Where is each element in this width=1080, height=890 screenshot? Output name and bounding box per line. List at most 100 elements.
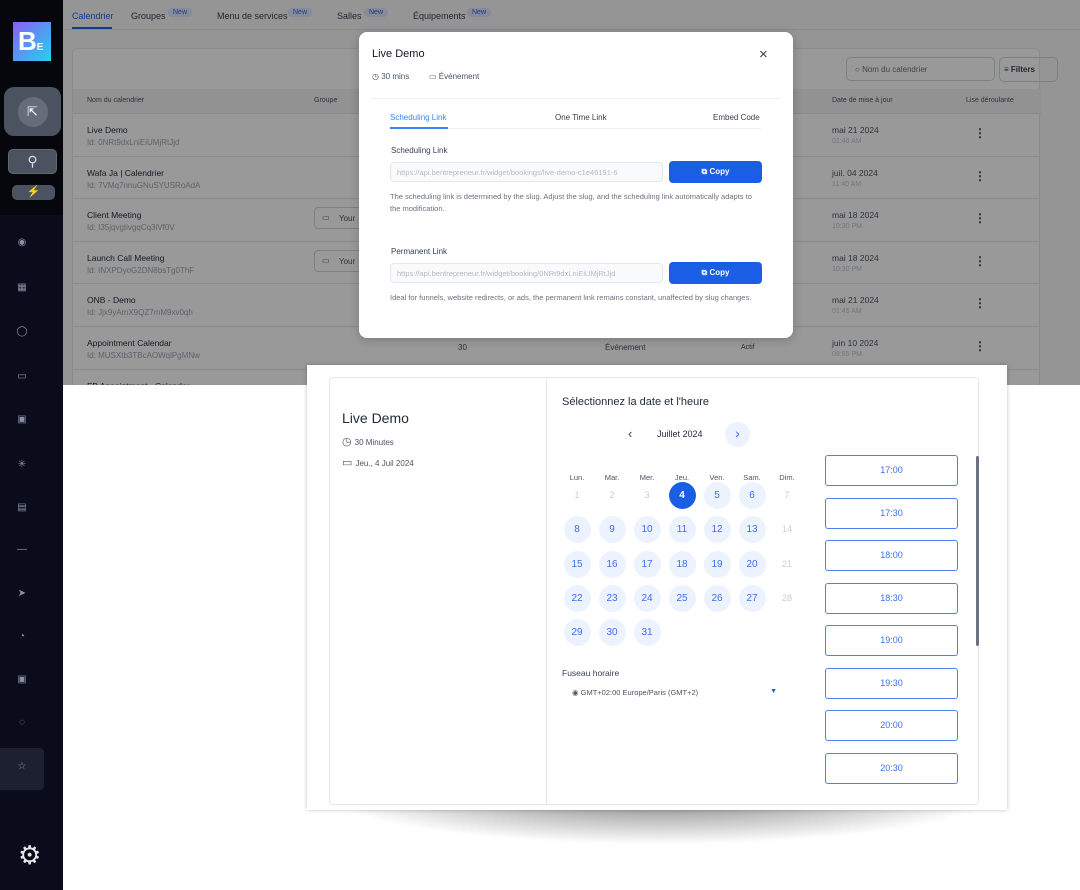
day-20[interactable]: 20 [738, 550, 766, 578]
list-icon[interactable]: ▤ [0, 502, 44, 513]
globe-icon: ◉ [572, 688, 581, 697]
timezone-label: Fuseau horaire [562, 668, 620, 678]
send-icon[interactable]: ➤ [0, 588, 44, 599]
lightning-button[interactable]: ⚡ [12, 185, 55, 200]
logo: BE [13, 22, 51, 61]
modal-type: Événement [438, 72, 480, 81]
day-6[interactable]: 6 [738, 482, 766, 509]
day-26[interactable]: 26 [703, 584, 731, 612]
search-button[interactable]: ⚲ [8, 149, 57, 174]
calendar-icon: ▭ [342, 457, 356, 469]
permanent-link-label: Permanent Link [391, 247, 448, 256]
day-28: 28 [781, 592, 792, 603]
day-27[interactable]: 27 [738, 584, 766, 612]
month-label: Juillet 2024 [657, 429, 703, 439]
tab-one-time-link[interactable]: One Time Link [555, 113, 607, 122]
day-24[interactable]: 24 [633, 584, 661, 612]
booking-card: Live Demo ◷ 30 Minutes ▭ Jeu., 4 Juil 20… [329, 377, 979, 805]
eye-icon[interactable]: ◉ [0, 237, 44, 248]
time-slot[interactable]: 20:00 [825, 710, 958, 741]
divider [546, 378, 547, 804]
tab-embed-code[interactable]: Embed Code [713, 113, 760, 122]
day-15[interactable]: 15 [563, 550, 591, 578]
day-25[interactable]: 25 [668, 584, 696, 612]
day-23[interactable]: 23 [598, 584, 626, 612]
time-slot[interactable]: 17:00 [825, 455, 958, 486]
event-duration: 30 Minutes [354, 438, 394, 447]
modal-title: Live Demo [372, 48, 425, 60]
star-icon[interactable]: ☆ [0, 761, 44, 772]
modal-duration: 30 mins [381, 72, 410, 81]
event-date: Jeu., 4 Juil 2024 [355, 459, 414, 468]
close-icon[interactable]: × [759, 46, 768, 63]
day-17[interactable]: 17 [633, 550, 661, 578]
divider [371, 98, 780, 99]
day-22[interactable]: 22 [563, 584, 591, 612]
bulb-icon[interactable]: ◌ [0, 717, 44, 728]
grid-icon[interactable]: ▦ [0, 282, 44, 293]
day-31[interactable]: 31 [633, 619, 661, 647]
day-11[interactable]: 11 [668, 516, 696, 544]
lightning-icon: ⚡ [26, 186, 41, 198]
day-30[interactable]: 30 [598, 619, 626, 647]
active-tab-underline [390, 127, 448, 129]
time-slot[interactable]: 17:30 [825, 497, 958, 529]
day-5[interactable]: 5 [703, 482, 731, 509]
scheduling-link-label: Scheduling Link [391, 146, 448, 155]
day-14: 14 [781, 524, 792, 535]
weekday-label: Lun. [569, 473, 585, 482]
gear-icon[interactable]: ⚙ [18, 840, 41, 871]
booking-widget: Live Demo ◷ 30 Minutes ▭ Jeu., 4 Juil 20… [307, 365, 1007, 810]
day-2: 2 [609, 490, 615, 500]
tab-scheduling-link[interactable]: Scheduling Link [390, 113, 446, 122]
day-3: 3 [644, 490, 650, 500]
share-modal: Live Demo × ◷ 30 mins ▭ Événement Schedu… [359, 32, 793, 338]
clock-icon: ◷ [342, 436, 355, 448]
network-icon[interactable]: ✳ [0, 459, 44, 470]
weekday-label: Dim. [779, 473, 795, 482]
scheduling-link-input[interactable]: https://api.bentrepreneur.fr/widget/book… [390, 162, 663, 182]
permanent-link-input[interactable]: https://api.bentrepreneur.fr/widget/book… [390, 263, 663, 283]
copy-scheduling-link-button[interactable]: ⧉ Copy [669, 161, 762, 183]
day-9[interactable]: 9 [598, 516, 626, 544]
time-slot[interactable]: 19:30 [825, 667, 958, 699]
time-slot[interactable]: 18:00 [825, 540, 958, 571]
chat-icon[interactable]: ◯ [0, 326, 44, 337]
event-title: Live Demo [342, 410, 409, 426]
weekday-label: Mer. [639, 473, 655, 482]
scheduling-link-help: The scheduling link is determined by the… [390, 192, 752, 213]
copy-permanent-link-button[interactable]: ⧉ Copy [669, 262, 762, 284]
day-29[interactable]: 29 [563, 619, 591, 647]
weekday-label: Jeu. [674, 473, 690, 482]
calendar-icon[interactable]: ▭ [0, 371, 44, 382]
permanent-link-help: Ideal for funnels, website redirects, or… [390, 293, 752, 302]
prev-month-button[interactable]: ‹ [628, 426, 632, 441]
pointer-click-icon: ⇱ [17, 97, 48, 127]
day-21: 21 [781, 558, 792, 569]
minus-icon[interactable]: — [0, 544, 44, 555]
slots-scrollbar[interactable] [976, 456, 979, 646]
day-19[interactable]: 19 [703, 550, 731, 578]
day-12[interactable]: 12 [703, 516, 731, 544]
day-16[interactable]: 16 [598, 550, 626, 578]
time-slot[interactable]: 18:30 [825, 582, 958, 614]
weekday-label: Sam. [743, 473, 761, 482]
day-8[interactable]: 8 [563, 516, 591, 544]
media-icon[interactable]: ▣ [0, 674, 44, 685]
day-18[interactable]: 18 [668, 550, 696, 578]
timezone-select[interactable]: ◉ GMT+02:00 Europe/Paris (GMT+2) ▼ [572, 688, 777, 697]
day-1: 1 [574, 490, 580, 500]
clock-icon: ◷ [372, 72, 382, 81]
pointer-click-button[interactable]: ⇱ [4, 87, 61, 136]
day-10[interactable]: 10 [633, 516, 661, 544]
day-4[interactable]: 4 [668, 482, 696, 509]
day-13[interactable]: 13 [738, 516, 766, 544]
time-slot[interactable]: 19:00 [825, 625, 958, 656]
inbox-icon[interactable]: ▣ [0, 414, 44, 425]
weekday-label: Ven. [709, 473, 725, 482]
select-date-heading: Sélectionnez la date et l'heure [562, 396, 710, 408]
gauge-icon[interactable]: ◔ [0, 631, 44, 642]
time-slot[interactable]: 20:30 [825, 752, 958, 784]
next-month-button[interactable]: › [725, 422, 750, 447]
search-icon: ⚲ [27, 153, 38, 169]
